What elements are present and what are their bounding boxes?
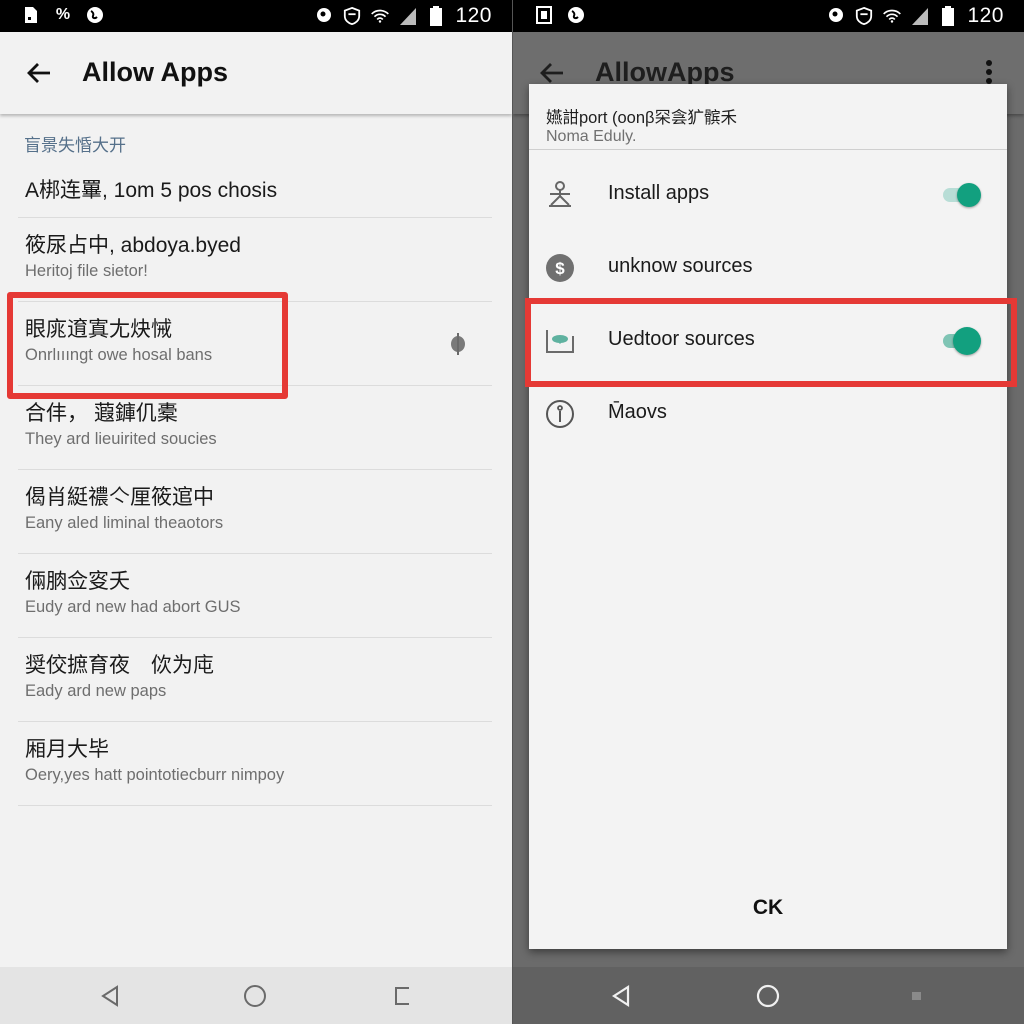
home-nav-icon[interactable] xyxy=(755,983,781,1009)
list-item-title: A梆连罼, 1om 5 pos chosis xyxy=(25,179,278,202)
list-item[interactable]: 厢月大毕 Oery,yes hatt pointotiecburr nimpoy xyxy=(0,722,512,806)
sim-card-icon xyxy=(22,5,40,25)
status-time: 120 xyxy=(967,4,1004,27)
back-nav-icon[interactable] xyxy=(98,983,124,1009)
ok-button[interactable]: CK xyxy=(529,896,1007,920)
recents-nav-icon[interactable] xyxy=(903,983,929,1009)
list-item[interactable]: 倆朒佥叜夭 Eudy ard new had abort GUS xyxy=(0,554,512,638)
highlight-box xyxy=(525,298,1017,387)
list-item[interactable]: 筱尿占中, abdoya.byed Heritoj file sietor! xyxy=(0,218,512,302)
list-item-subtitle: Eady ard new paps xyxy=(25,682,167,700)
option-unknown-sources[interactable]: $ unknow sources xyxy=(529,232,1007,305)
list-item-subtitle: Heritoj file sietor! xyxy=(25,262,148,280)
list-item-subtitle: Eany aled liminal theaotors xyxy=(25,514,224,532)
option-more[interactable]: M̄aovs xyxy=(529,378,1007,451)
vpn-shield-icon xyxy=(343,6,361,26)
cellular-signal-icon xyxy=(911,6,929,26)
percent-icon: % xyxy=(55,6,71,23)
list-item[interactable]: A梆连罼, 1om 5 pos chosis xyxy=(0,160,512,218)
list-item-title: 厢月大毕 xyxy=(25,738,109,761)
pin-icon[interactable] xyxy=(450,332,466,356)
person-icon xyxy=(549,181,571,207)
list-item-title: 合仹， 蕸龲仉橐 xyxy=(25,402,178,425)
list-item-title: 倆朒佥叜夭 xyxy=(25,570,130,593)
install-apps-toggle[interactable] xyxy=(941,183,981,207)
dollar-icon: $ xyxy=(546,254,574,282)
status-time: 120 xyxy=(455,4,492,27)
page-title: Allow Apps xyxy=(82,57,228,87)
status-bar: % 120 xyxy=(0,0,512,32)
globe-icon xyxy=(567,5,585,25)
permission-dialog: 嬿詌port (oonβ罙侌犷髌禾 Noma Eduly. Install ap… xyxy=(529,84,1007,949)
list-item[interactable]: 奨佼摭育夜 佽为庉 Eady ard new paps xyxy=(0,638,512,722)
highlight-box xyxy=(7,292,288,399)
app-bar: Allow Apps xyxy=(0,32,512,114)
location-icon xyxy=(827,6,845,26)
list-item-subtitle: They ard lieuirited soucies xyxy=(25,430,217,448)
list-item-title: 偈肖綎禯亽厘筱逭中 xyxy=(25,486,214,509)
wifi-icon xyxy=(371,6,390,26)
battery-icon xyxy=(427,6,445,26)
vpn-shield-icon xyxy=(855,6,873,26)
back-arrow-icon[interactable] xyxy=(24,58,54,88)
list-item-title: 筱尿占中, abdoya.byed xyxy=(25,234,241,257)
section-header: 盲景失惛大开 xyxy=(24,136,126,155)
navigation-bar xyxy=(0,967,512,1024)
svg-text:$: $ xyxy=(555,259,565,278)
list-item-title: 奨佼摭育夜 佽为庉 xyxy=(25,654,214,677)
status-bar: 120 xyxy=(513,0,1024,32)
settings-list: A梆连罼, 1om 5 pos chosis 筱尿占中, abdoya.byed… xyxy=(0,160,512,806)
recents-nav-icon[interactable] xyxy=(390,983,416,1009)
location-icon xyxy=(315,6,333,26)
back-nav-icon[interactable] xyxy=(609,983,635,1009)
option-label: M̄aovs xyxy=(608,401,667,423)
sim-card-icon xyxy=(535,5,553,25)
dialog-subtitle: Noma Eduly. xyxy=(546,128,637,145)
option-label: Install apps xyxy=(608,182,710,204)
divider xyxy=(529,149,1007,150)
list-item-subtitle: Eudy ard new had abort GUS xyxy=(25,598,241,616)
divider xyxy=(18,805,492,806)
home-nav-icon[interactable] xyxy=(242,983,268,1009)
list-item[interactable]: 偈肖綎禯亽厘筱逭中 Eany aled liminal theaotors xyxy=(0,470,512,554)
option-label: unknow sources xyxy=(608,255,753,277)
option-install-apps[interactable]: Install apps xyxy=(529,159,1007,232)
battery-icon xyxy=(939,6,957,26)
right-screen: 120 AllowApps 嬿詌port (oonβ罙侌犷髌禾 Noma Edu… xyxy=(512,0,1024,1024)
info-icon xyxy=(546,400,574,428)
wifi-icon xyxy=(883,6,902,26)
list-item-subtitle: Oery,yes hatt pointotiecburr nimpoy xyxy=(25,766,285,784)
dialog-title: 嬿詌port (oonβ罙侌犷髌禾 xyxy=(546,109,738,127)
left-screen: % 120 Allow Apps 盲景失惛大开 A梆连罼, 1om 5 pos … xyxy=(0,0,512,1024)
navigation-bar xyxy=(513,967,1024,1024)
globe-icon xyxy=(86,5,104,25)
cellular-signal-icon xyxy=(399,6,417,26)
